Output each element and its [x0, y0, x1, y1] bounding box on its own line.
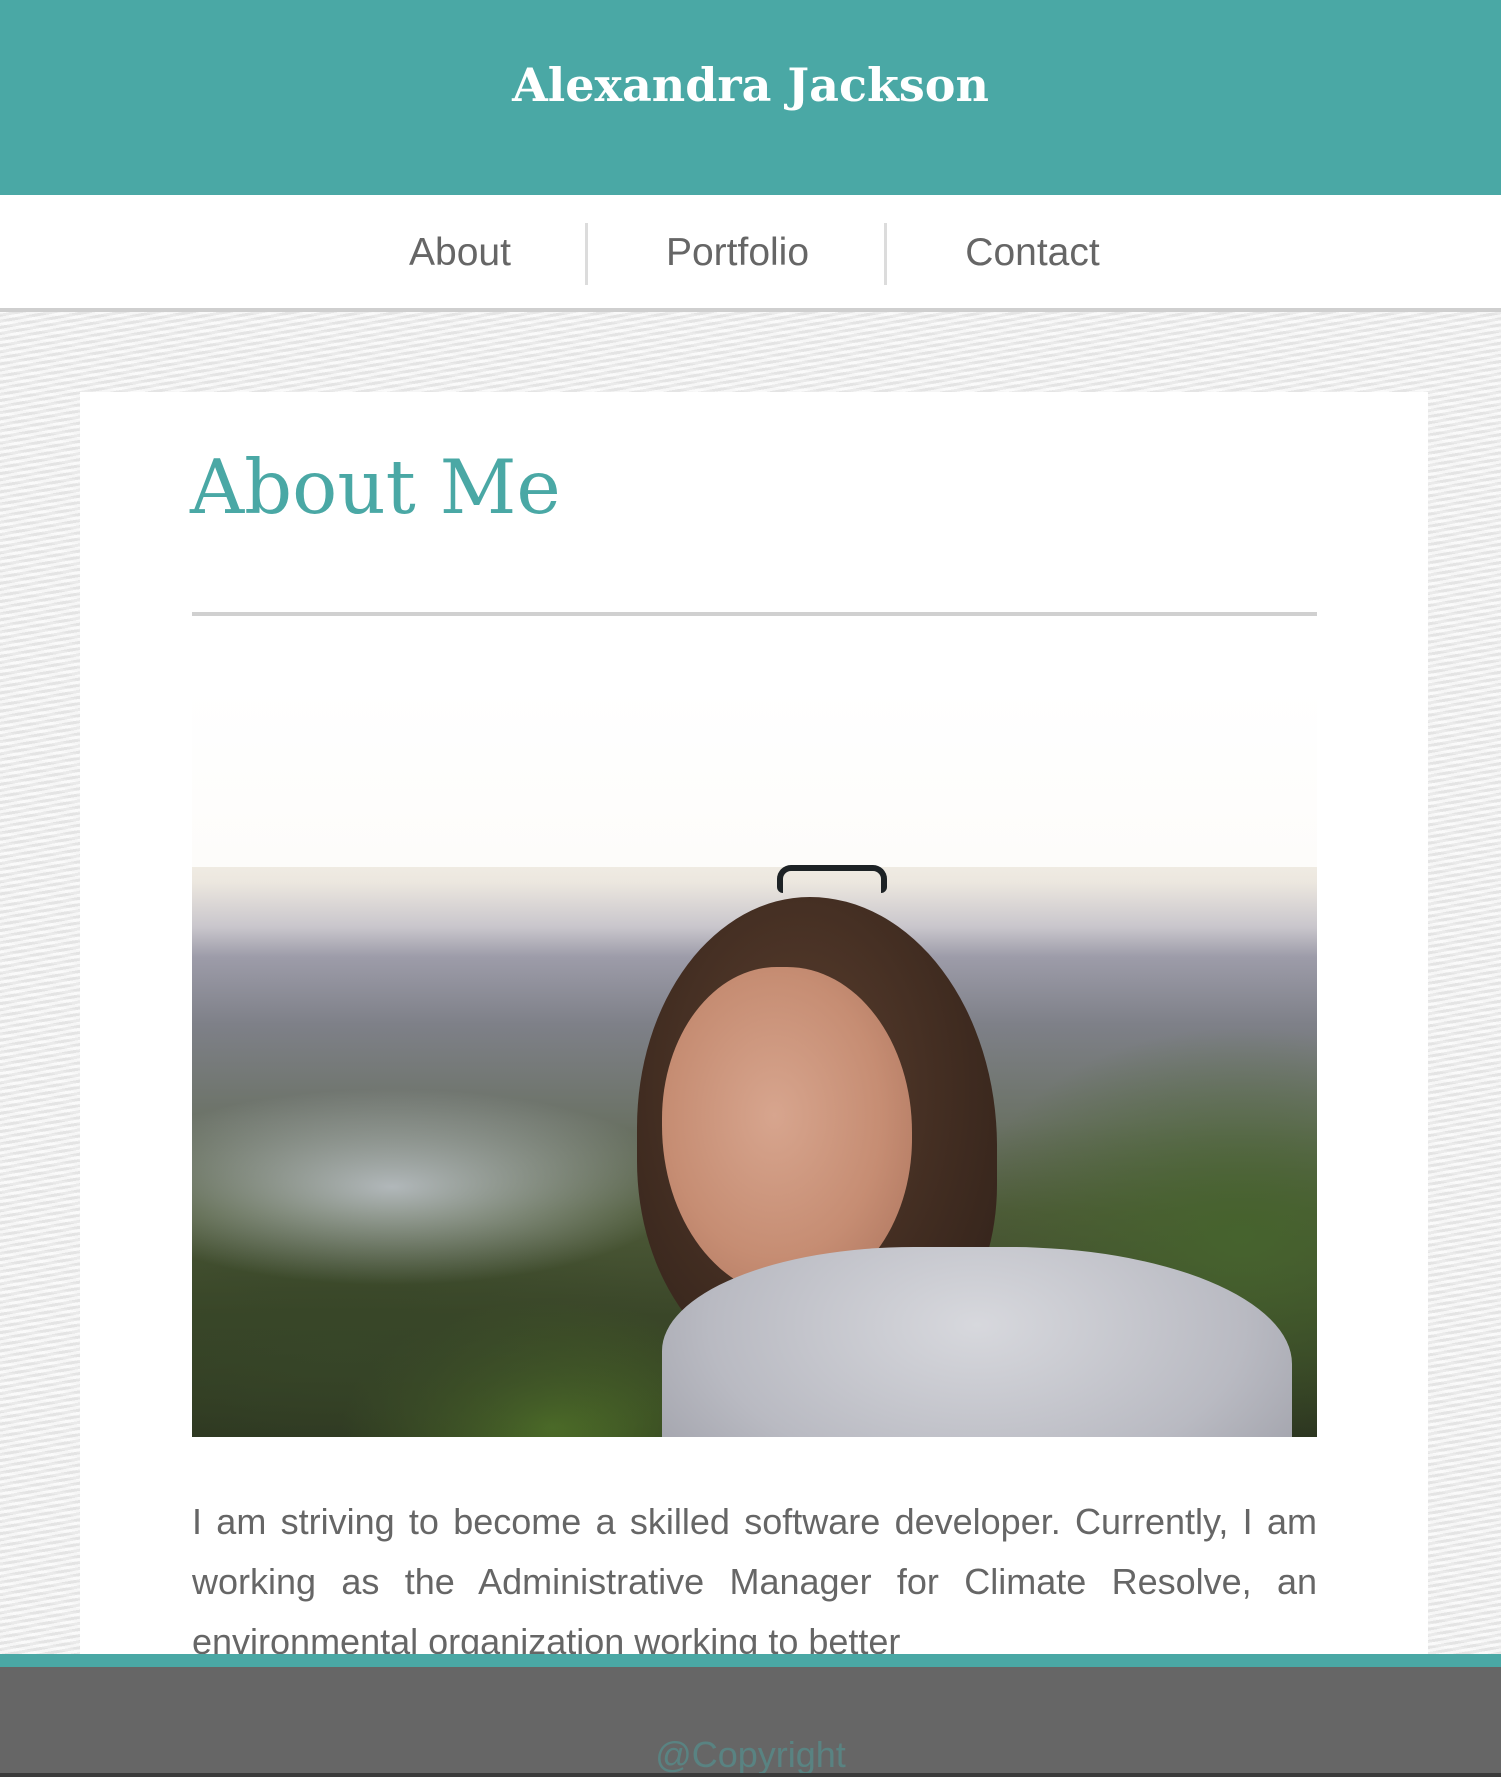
- main-nav: About Portfolio Contact: [0, 195, 1501, 312]
- site-title: Alexandra Jackson: [512, 58, 989, 112]
- bio-text: I am striving to become a skilled softwa…: [192, 1501, 1317, 1654]
- footer-edge: [0, 1773, 1501, 1777]
- section-divider: [192, 612, 1317, 616]
- photo-sky: [192, 687, 1317, 867]
- about-heading: About Me: [190, 443, 561, 531]
- nav-link-about[interactable]: About: [380, 233, 540, 273]
- profile-photo: [192, 687, 1317, 1437]
- nav-divider: [585, 223, 588, 285]
- sunglasses-icon: [777, 865, 887, 893]
- copyright-text: @Copyright: [655, 1734, 846, 1775]
- nav-link-contact[interactable]: Contact: [935, 233, 1130, 273]
- site-footer: @Copyright: [0, 1654, 1501, 1777]
- about-card: About Me I am striving to become a skill…: [80, 392, 1428, 1654]
- site-header: Alexandra Jackson: [0, 0, 1501, 195]
- nav-link-portfolio[interactable]: Portfolio: [640, 233, 835, 273]
- nav-divider: [884, 223, 887, 285]
